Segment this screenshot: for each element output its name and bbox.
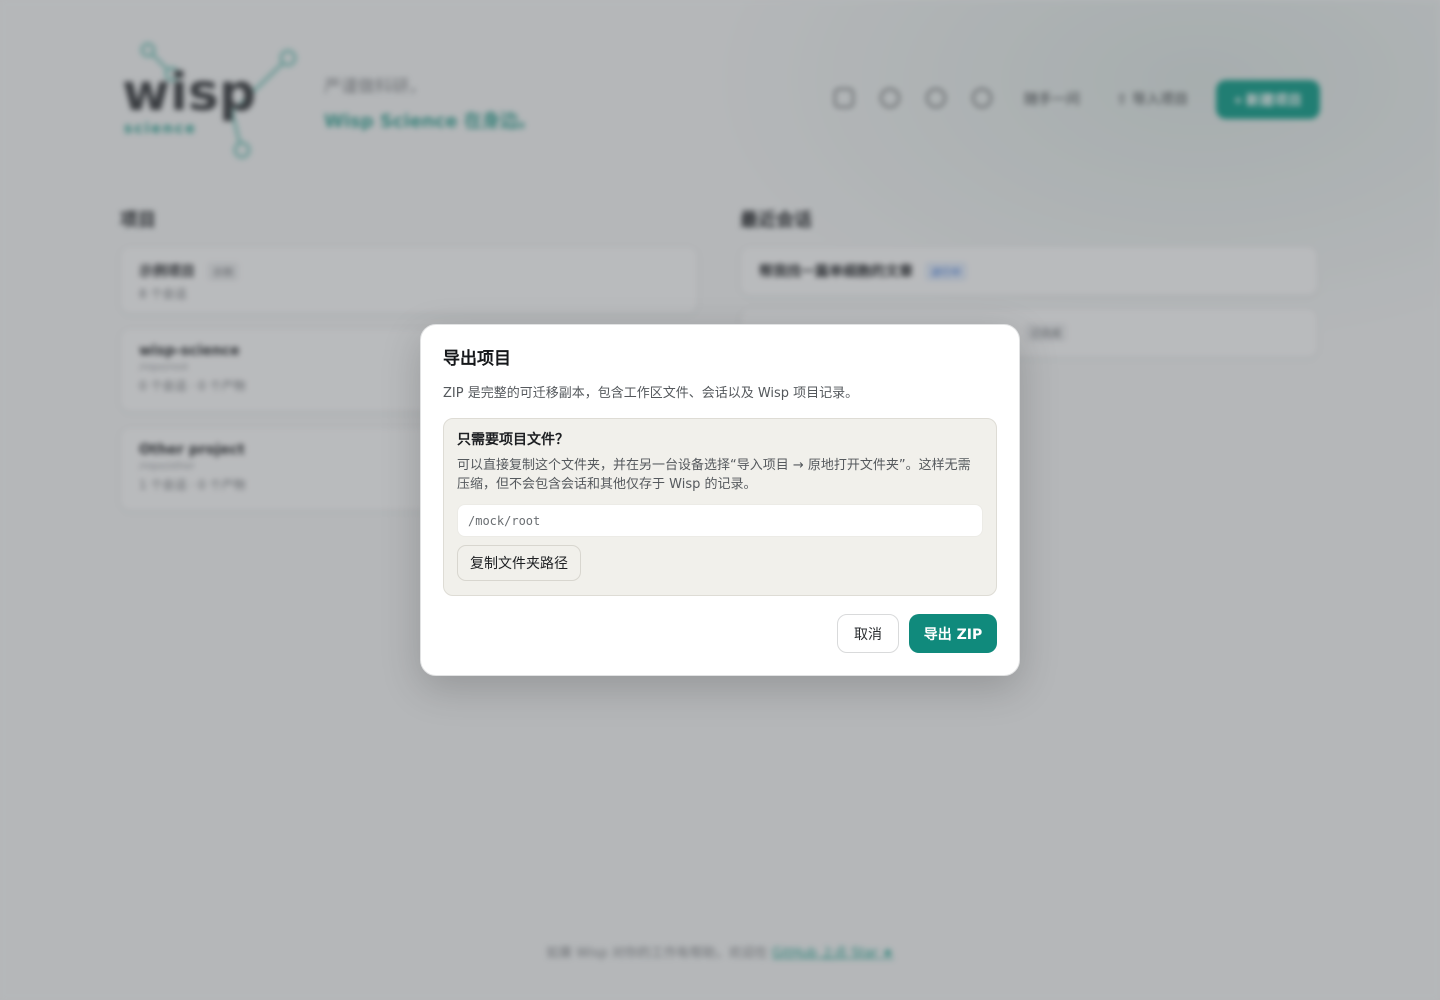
folder-path-field[interactable] [457,504,983,537]
hint-body: 可以直接复制这个文件夹，并在另一台设备选择“导入项目 → 原地打开文件夹”。这样… [457,458,971,492]
dialog-title: 导出项目 [443,349,511,369]
dialog-description: ZIP 是完整的可迁移副本，包含工作区文件、会话以及 Wisp 项目记录。 [443,386,859,401]
export-project-dialog: 导出项目 ZIP 是完整的可迁移副本，包含工作区文件、会话以及 Wisp 项目记… [420,324,1020,676]
cancel-button[interactable]: 取消 [837,614,899,653]
dialog-actions: 取消 导出 ZIP [837,614,997,653]
hint-title: 只需要项目文件？ [457,432,569,448]
export-zip-button[interactable]: 导出 ZIP [909,614,997,653]
copy-folder-path-button[interactable]: 复制文件夹路径 [457,545,581,581]
project-files-hint: 只需要项目文件？ 可以直接复制这个文件夹，并在另一台设备选择“导入项目 → 原地… [443,418,997,596]
